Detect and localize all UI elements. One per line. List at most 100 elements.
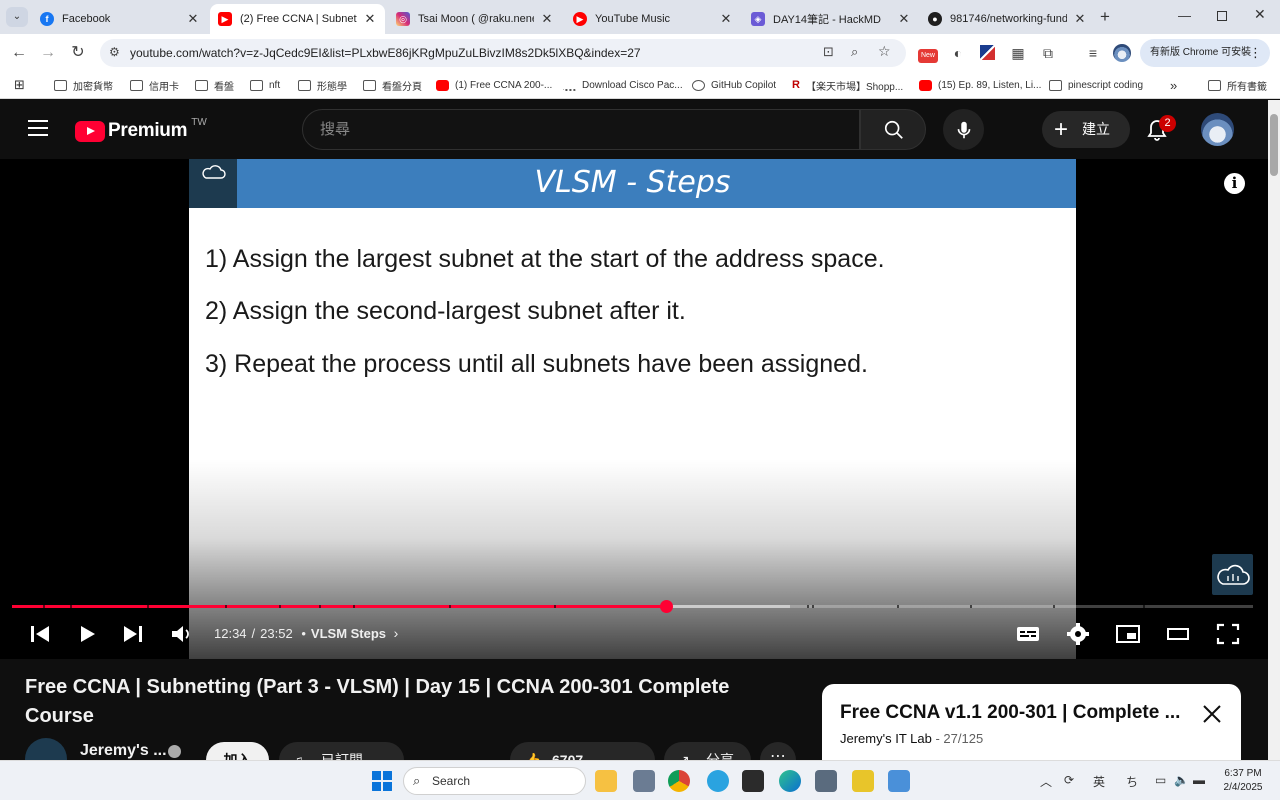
miniplayer-icon[interactable]: [1115, 621, 1141, 647]
close-tab-icon[interactable]: ✕: [540, 11, 554, 27]
search-box[interactable]: [302, 109, 860, 150]
update-chrome-button[interactable]: 有新版 Chrome 可安裝 ⋮: [1140, 39, 1270, 67]
theater-mode-icon[interactable]: [1166, 621, 1190, 647]
app-icon[interactable]: [633, 770, 655, 792]
install-app-icon[interactable]: ⊡: [823, 44, 834, 60]
close-tab-icon[interactable]: ✕: [897, 11, 911, 27]
info-icon[interactable]: i: [1224, 173, 1245, 194]
ime-indicator[interactable]: 英: [1093, 773, 1105, 790]
tab-hackmd[interactable]: ◈ DAY14筆記 - HackMD ✕: [743, 4, 919, 34]
video-player[interactable]: VLSM - Steps 1) Assign the largest subne…: [0, 159, 1268, 659]
bookmark-item[interactable]: nft: [250, 77, 280, 93]
bookmark-item[interactable]: (1) Free CCNA 200-...: [436, 77, 552, 93]
system-clock[interactable]: 6:37 PM 2/4/2025: [1212, 767, 1274, 795]
notepad-icon[interactable]: [888, 770, 910, 792]
extension-puzzle-icon[interactable]: ▦: [1008, 43, 1028, 63]
network-icon[interactable]: ▭: [1155, 773, 1166, 787]
chevron-right-icon[interactable]: ›: [394, 625, 399, 641]
channel-watermark[interactable]: [1212, 554, 1253, 595]
tab-youtube-music[interactable]: ▶ YouTube Music ✕: [565, 4, 741, 34]
close-tab-icon[interactable]: ✕: [1073, 11, 1087, 27]
subtitles-icon[interactable]: [1016, 621, 1040, 647]
extension-flag-icon[interactable]: [978, 43, 998, 63]
bookmark-item[interactable]: GitHub Copilot: [692, 77, 776, 93]
tab-search-button[interactable]: ⌄: [6, 7, 28, 27]
playlist-title[interactable]: Free CCNA v1.1 200-301 | Complete ...: [840, 702, 1190, 724]
bookmarks-overflow-button[interactable]: »: [1170, 77, 1177, 93]
volume-icon[interactable]: [170, 621, 192, 647]
address-bar[interactable]: ⚙ youtube.com/watch?v=z-JqCedc9EI&list=P…: [100, 39, 906, 67]
chapter-title[interactable]: VLSM Steps: [311, 626, 386, 641]
reload-icon[interactable]: ↻: [67, 42, 89, 64]
close-tab-icon[interactable]: ✕: [363, 11, 377, 27]
kebab-menu-icon[interactable]: ⋮: [1249, 39, 1262, 67]
bookmark-item[interactable]: 看盤分頁: [363, 77, 422, 93]
back-icon[interactable]: ←: [8, 42, 30, 64]
youtube-premium-logo[interactable]: Premium TW: [75, 117, 207, 142]
url-text[interactable]: youtube.com/watch?v=z-JqCedc9EI&list=PLx…: [130, 46, 641, 60]
tab-github[interactable]: ● 981746/networking-funda ✕: [920, 4, 1095, 34]
windows-start-icon[interactable]: [371, 770, 393, 792]
next-icon[interactable]: [121, 621, 145, 647]
tab-facebook[interactable]: f Facebook ✕: [32, 4, 208, 34]
update-chip-label: 有新版 Chrome 可安裝: [1150, 47, 1252, 58]
scrollbar-thumb[interactable]: [1270, 114, 1278, 176]
ime-mode-icon[interactable]: ち: [1126, 773, 1138, 790]
extension-new-icon[interactable]: New: [918, 43, 938, 63]
previous-icon[interactable]: [28, 621, 52, 647]
app-yellow-icon[interactable]: [852, 770, 874, 792]
search-input[interactable]: [303, 110, 843, 149]
tray-overflow-icon[interactable]: ︿: [1040, 773, 1052, 790]
bookmark-item[interactable]: 看盤: [195, 77, 234, 93]
terminal-icon[interactable]: [742, 770, 764, 792]
site-info-icon[interactable]: ⚙: [109, 45, 120, 59]
close-window-button[interactable]: ✕: [1254, 6, 1268, 24]
tab-free-ccna[interactable]: ▶ (2) Free CCNA | Subnetting ✕: [210, 4, 385, 34]
bookmark-item[interactable]: 形態學: [298, 77, 347, 93]
bookmark-item[interactable]: 信用卡: [130, 77, 179, 93]
bookmark-star-icon[interactable]: ☆: [878, 43, 891, 60]
minimize-button[interactable]: —: [1178, 8, 1192, 24]
battery-icon[interactable]: ▬: [1193, 773, 1205, 787]
forward-icon[interactable]: →: [37, 42, 59, 64]
account-avatar[interactable]: [1201, 113, 1234, 146]
bookmark-item[interactable]: 加密貨幣: [54, 77, 113, 93]
bookmark-item[interactable]: (15) Ep. 89, Listen, Li...: [919, 77, 1041, 93]
all-bookmarks-button[interactable]: 所有書籤: [1208, 77, 1267, 93]
page-scrollbar[interactable]: [1268, 100, 1280, 760]
speaker-icon[interactable]: 🔈: [1174, 773, 1189, 787]
close-tab-icon[interactable]: ✕: [719, 11, 733, 27]
playlist-channel[interactable]: Jeremy's IT Lab: [840, 731, 932, 746]
bookmark-item[interactable]: Download Cisco Pac...: [563, 77, 683, 93]
extension-icon[interactable]: ◐: [948, 43, 968, 63]
hamburger-menu-icon[interactable]: [28, 120, 48, 136]
file-explorer-icon[interactable]: [595, 770, 617, 792]
media-controls-icon[interactable]: ≡: [1083, 43, 1103, 63]
settings-gear-icon[interactable]: [1066, 621, 1090, 647]
search-button[interactable]: [860, 109, 926, 150]
voice-search-button[interactable]: [943, 109, 984, 150]
bookmark-item[interactable]: pinescript coding: [1049, 77, 1143, 93]
telegram-icon[interactable]: [707, 770, 729, 792]
progress-bar[interactable]: [12, 600, 1253, 613]
create-button[interactable]: + 建立: [1042, 111, 1130, 148]
extensions-icon[interactable]: ⧉: [1038, 43, 1058, 63]
close-icon[interactable]: [1200, 702, 1224, 726]
calculator-icon[interactable]: [815, 770, 837, 792]
fullscreen-icon[interactable]: [1216, 621, 1240, 647]
tab-instagram[interactable]: ◎ Tsai Moon ( @raku.nene ) ✕: [388, 4, 562, 34]
bookmark-item[interactable]: R 【楽天市場】Shopp...: [792, 77, 903, 93]
channel-name[interactable]: Jeremy's ...: [80, 742, 167, 760]
taskbar-search[interactable]: ⌕ Search: [403, 767, 586, 795]
progress-scrubber-handle[interactable]: [660, 600, 673, 613]
zoom-icon[interactable]: ⌕: [851, 44, 858, 60]
close-tab-icon[interactable]: ✕: [186, 11, 200, 27]
new-tab-button[interactable]: +: [1100, 7, 1118, 27]
profile-avatar-icon[interactable]: [1112, 43, 1132, 63]
chrome-icon[interactable]: [668, 770, 690, 792]
apps-grid-icon[interactable]: ⊞: [14, 77, 25, 93]
edge-icon[interactable]: [779, 770, 801, 792]
sync-icon[interactable]: ⟳: [1064, 773, 1074, 787]
restore-button[interactable]: [1217, 11, 1227, 21]
play-icon[interactable]: [75, 621, 99, 647]
